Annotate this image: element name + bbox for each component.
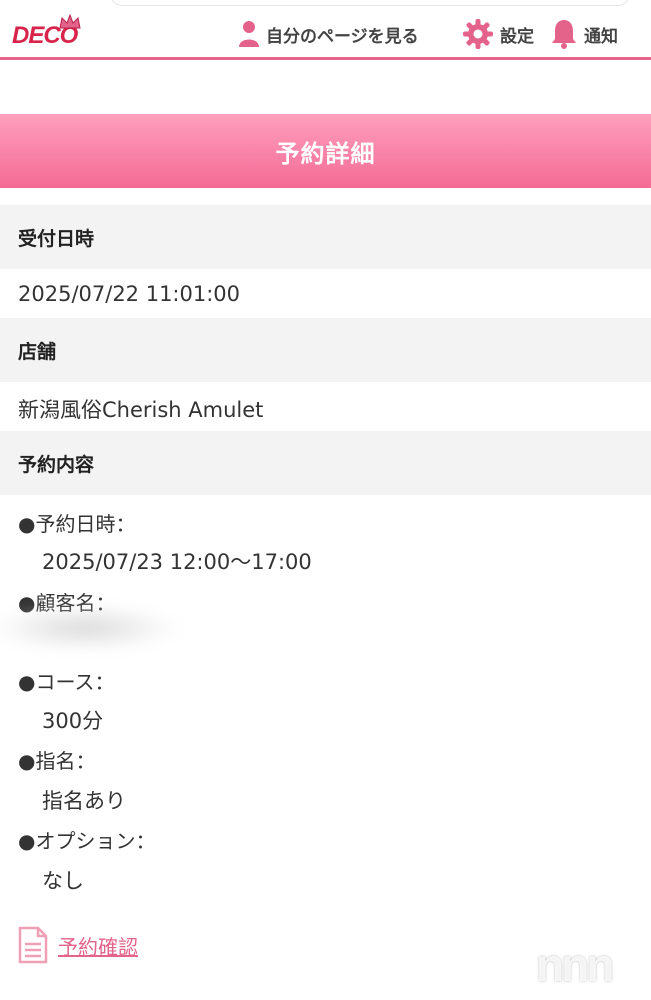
option-label: ●オプション： <box>18 829 156 853</box>
document-icon <box>18 926 48 964</box>
received-value: 2025/07/22 11:01:00 <box>18 282 241 306</box>
top-arc <box>110 0 630 6</box>
nomination-value: 指名あり <box>42 789 126 813</box>
page-title: 予約詳細 <box>0 114 651 188</box>
header-divider <box>0 57 651 60</box>
option-value: なし <box>42 869 84 893</box>
customer-name-blurred <box>0 604 180 652</box>
course-label: ●コース： <box>18 670 115 694</box>
reservation-confirm-label: 予約確認 <box>58 934 138 959</box>
nomination-label: ●指名： <box>18 749 96 773</box>
notification-link[interactable]: 通知 <box>550 18 618 50</box>
course-value: 300分 <box>42 709 104 733</box>
settings-link[interactable]: 設定 <box>462 18 534 50</box>
reservation-datetime-label: ●予約日時： <box>18 512 136 536</box>
content-heading: 予約内容 <box>0 431 651 495</box>
store-heading: 店舗 <box>0 318 651 382</box>
store-value: 新潟風俗Cherish Amulet <box>18 398 264 422</box>
my-page-label: 自分のページを見る <box>266 26 419 47</box>
gear-icon <box>462 18 494 50</box>
settings-label: 設定 <box>500 26 534 47</box>
my-page-link[interactable]: 自分のページを見る <box>238 18 419 50</box>
notification-label: 通知 <box>584 26 618 47</box>
top-bar: DECO 自分のページを見る 設定 通知 <box>0 0 651 60</box>
crown-icon <box>58 13 82 34</box>
reservation-datetime-value: 2025/07/23 12:00〜17:00 <box>42 550 312 574</box>
reservation-confirm-link[interactable]: 予約確認 <box>18 926 138 964</box>
bell-icon <box>550 18 578 50</box>
person-icon <box>238 20 260 48</box>
watermark-logo: nnn <box>536 939 614 991</box>
received-heading: 受付日時 <box>0 205 651 269</box>
